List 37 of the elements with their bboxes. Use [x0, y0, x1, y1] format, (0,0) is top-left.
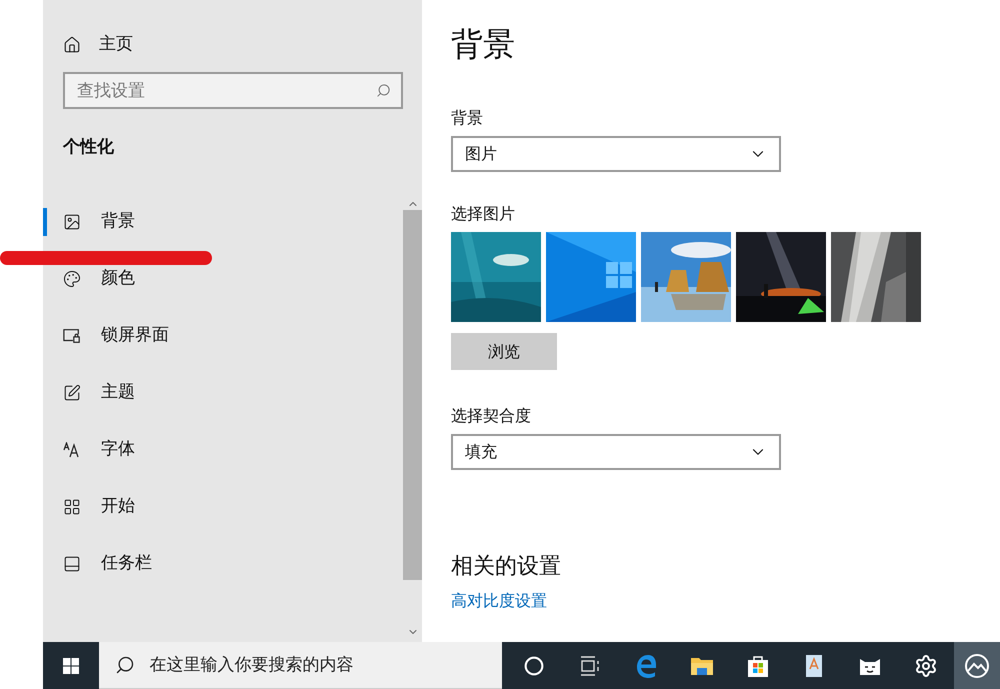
windows-logo-icon: [63, 658, 80, 674]
home-link[interactable]: 主页: [63, 34, 403, 56]
field-label: 选择图片: [451, 203, 515, 225]
field-label: 背景: [451, 107, 483, 129]
grid-icon: [63, 498, 81, 516]
taskbar-search-field[interactable]: 在这里输入你要搜索的内容: [99, 642, 502, 689]
section-heading: 个性化: [63, 136, 114, 159]
taskbar-app-button[interactable]: [954, 642, 1000, 689]
section-heading: 相关的设置: [451, 553, 561, 581]
search-icon: [115, 655, 136, 675]
nav-item[interactable]: 主题: [43, 378, 403, 408]
fit-dropdown[interactable]: 填充: [451, 434, 781, 470]
nav-item[interactable]: 锁屏界面: [43, 320, 403, 350]
nav-item[interactable]: 字体: [43, 434, 403, 464]
home-icon: [63, 36, 81, 54]
search-icon: [376, 83, 391, 98]
settings-icon: [914, 654, 938, 678]
taskbar-icon: [63, 554, 81, 572]
field-label: 选择契合度: [451, 405, 531, 427]
font-icon: [63, 442, 81, 458]
picture-icon: [63, 212, 81, 230]
palette-icon: [63, 270, 81, 288]
page-title: 背景: [451, 24, 515, 65]
nav-item[interactable]: 任务栏: [43, 548, 403, 578]
lock-screen-icon: [63, 326, 81, 344]
scrollbar-thumb[interactable]: [403, 210, 422, 580]
search-field[interactable]: 查找设置: [63, 72, 403, 109]
pen-icon: [63, 384, 81, 402]
nav-item[interactable]: 开始: [43, 492, 403, 522]
nav-item[interactable]: 颜色: [43, 264, 403, 294]
background-dropdown[interactable]: 图片: [451, 136, 781, 172]
circle-icon: [524, 656, 544, 676]
nav-item[interactable]: 背景: [43, 206, 403, 236]
browse-button[interactable]: 浏览: [451, 333, 557, 370]
task-view-icon: [579, 656, 601, 676]
high-contrast-link[interactable]: 高对比度设置: [451, 589, 547, 613]
photos-icon: [964, 652, 990, 678]
